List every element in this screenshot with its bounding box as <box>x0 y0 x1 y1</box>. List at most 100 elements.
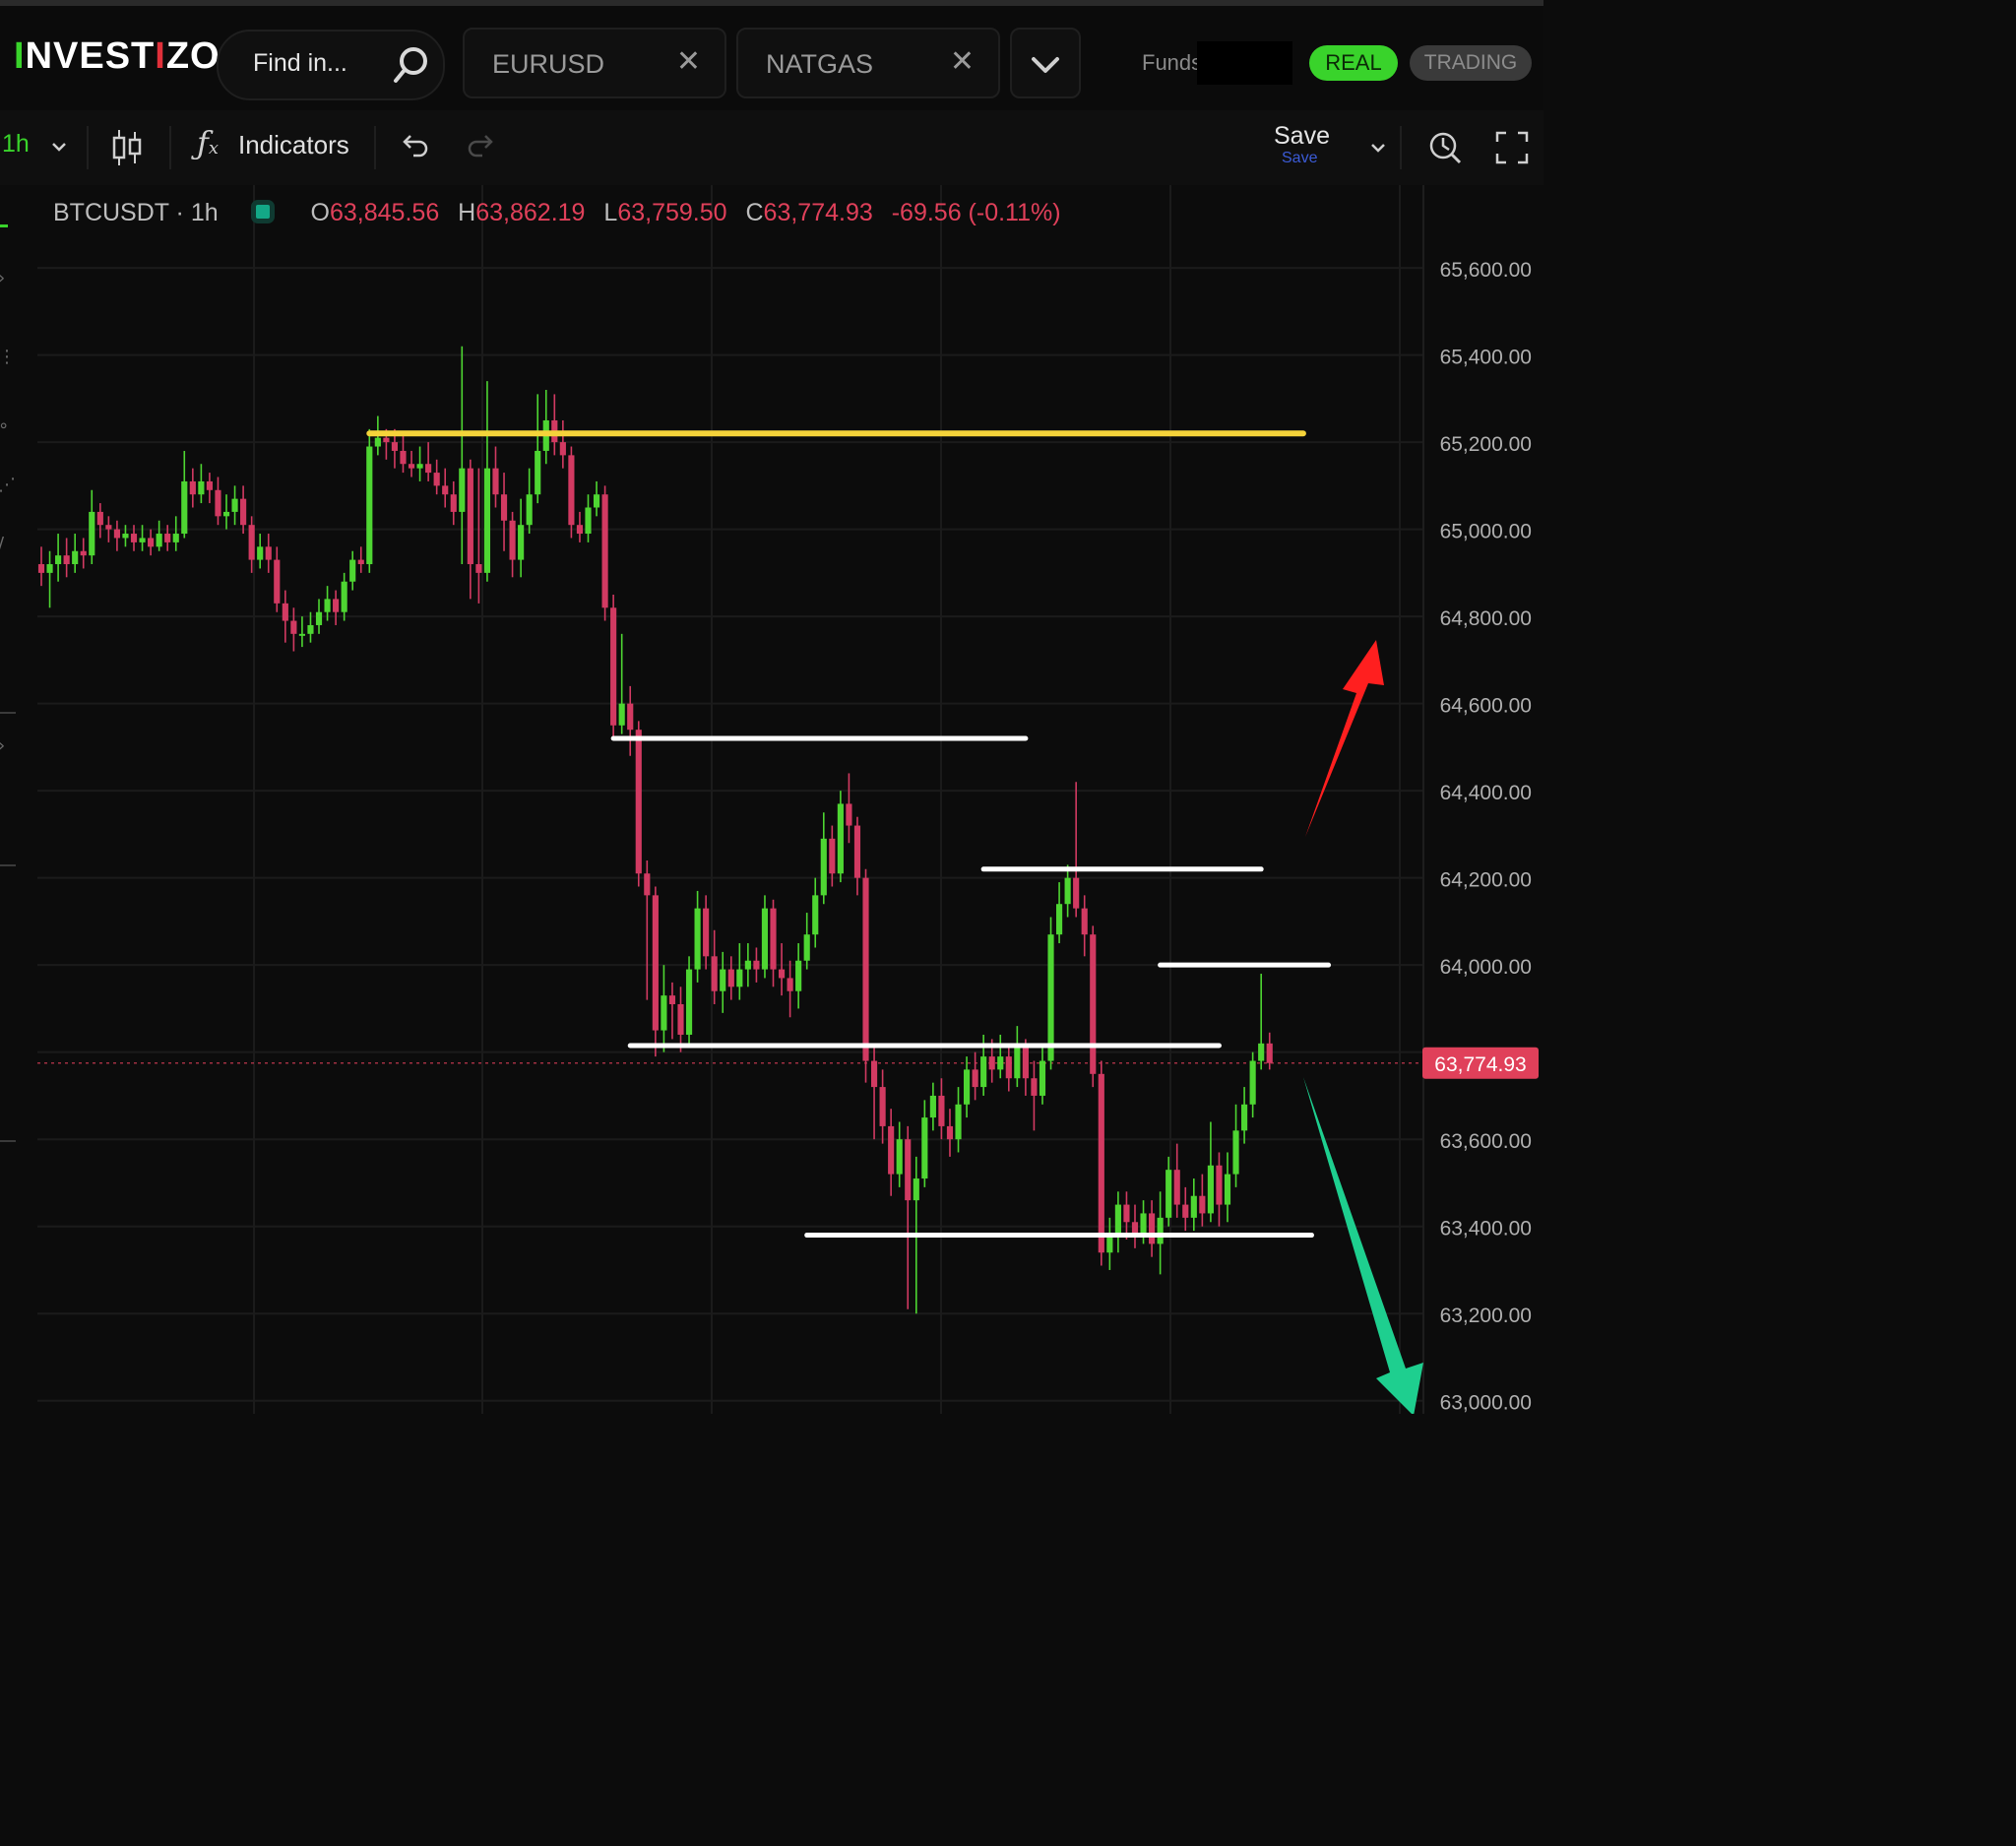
candle-body <box>148 538 155 547</box>
candle-body <box>946 1125 954 1140</box>
arrow-down-icon <box>1303 1077 1423 1414</box>
candle-body <box>720 969 726 991</box>
candle-body <box>1249 1060 1256 1105</box>
chevron-down-icon[interactable] <box>49 132 69 166</box>
candle-body <box>963 1069 971 1105</box>
candle-body <box>265 546 272 560</box>
candle-type-icon[interactable] <box>110 128 144 172</box>
candle-body <box>206 480 213 490</box>
toolbar-divider <box>1400 126 1402 169</box>
candle-body <box>1232 1130 1239 1175</box>
price-tick-label: 63,200.00 <box>1440 1305 1532 1327</box>
interval-selector[interactable]: 1h <box>2 130 30 159</box>
svg-text:/: / <box>0 534 5 554</box>
change-value: -69.56 (-0.11%) <box>891 199 1061 226</box>
candle-body <box>661 995 667 1031</box>
candle-body <box>307 624 314 634</box>
close-icon[interactable]: ✕ <box>950 47 975 77</box>
price-tick-label: 65,200.00 <box>1440 433 1532 456</box>
mode-real-toggle[interactable]: REAL <box>1309 45 1398 81</box>
candle-body <box>853 825 861 878</box>
candle-body <box>172 534 179 542</box>
candle-body <box>803 934 810 961</box>
candle-body <box>113 529 120 539</box>
candle-body <box>778 969 786 979</box>
top-bar: INVESTIZO Find in... EURUSD ✕ NATGAS ✕ F… <box>0 0 1544 110</box>
tab-natgas[interactable]: NATGAS ✕ <box>736 28 1000 98</box>
candle-body <box>1140 1213 1147 1236</box>
tabs-dropdown-button[interactable] <box>1010 28 1081 98</box>
candle-body <box>1224 1174 1231 1205</box>
candle-body <box>1114 1204 1121 1236</box>
candle-body <box>812 895 819 935</box>
price-tick-label: 63,400.00 <box>1440 1218 1532 1241</box>
candle-body <box>1190 1195 1197 1218</box>
candle-body <box>1106 1235 1113 1253</box>
candle-body <box>711 956 718 991</box>
high-key: H <box>458 199 476 226</box>
candle-body <box>130 534 138 542</box>
high-value: 63,862.19 <box>475 199 586 226</box>
candle-body <box>753 960 760 970</box>
candle-body <box>921 1117 928 1179</box>
candle-body <box>929 1095 936 1118</box>
candle-body <box>870 1060 878 1088</box>
alert-icon[interactable] <box>1427 128 1463 172</box>
tab-eurusd[interactable]: EURUSD ✕ <box>463 28 726 98</box>
price-tick-label: 64,400.00 <box>1440 782 1532 804</box>
price-chart[interactable]: 65,600.00 65,400.00 65,200.00 65,000.00 64,8… <box>0 185 1544 1414</box>
search-placeholder[interactable]: Find in... <box>253 49 347 78</box>
candle-body <box>1149 1213 1156 1244</box>
price-tick-label: 64,200.00 <box>1440 869 1532 892</box>
candle-body <box>576 525 584 535</box>
redo-icon[interactable] <box>467 132 496 166</box>
chevron-down-icon[interactable] <box>1368 136 1388 164</box>
save-sublabel: Save <box>1282 150 1318 166</box>
candle-body <box>442 485 449 495</box>
chart-toolbar: 1h ƒx Indicators Save Save <box>0 110 1544 185</box>
candle-body <box>770 908 777 970</box>
candle-body <box>89 511 95 556</box>
candle-body <box>1081 908 1088 935</box>
candle-body <box>1216 1165 1223 1205</box>
candle-body <box>290 620 297 634</box>
candle-body <box>400 450 407 465</box>
search-icon[interactable] <box>392 45 431 90</box>
candle-body <box>1055 904 1063 935</box>
candle-body <box>96 511 103 526</box>
drawing-tools-sidebar[interactable]: › ⋮ ∘ ⋰ / › <box>0 185 35 1414</box>
candle-body <box>972 1069 978 1088</box>
price-tick-label: 65,600.00 <box>1440 259 1532 282</box>
symbol-label[interactable]: BTCUSDT · 1h <box>53 199 219 226</box>
indicators-button[interactable]: Indicators <box>238 130 349 160</box>
candle-body <box>122 534 129 539</box>
candle-body <box>198 480 205 495</box>
function-icon[interactable]: ƒx <box>197 124 219 161</box>
fullscreen-icon[interactable] <box>1494 130 1530 170</box>
candle-body <box>1005 1056 1012 1079</box>
candle-body <box>787 978 793 991</box>
svg-text:⋮: ⋮ <box>0 347 16 367</box>
candle-body <box>1073 877 1080 909</box>
chart-grid <box>37 185 1424 1414</box>
save-button[interactable]: Save <box>1274 122 1330 151</box>
candle-body <box>240 498 247 526</box>
mode-trading-toggle[interactable]: TRADING <box>1410 45 1532 81</box>
candle-body <box>282 603 288 621</box>
candle-body <box>257 546 264 560</box>
candle-body <box>80 550 87 556</box>
candle-body <box>55 555 62 565</box>
market-status-icon <box>250 200 275 224</box>
close-key: C <box>745 199 764 226</box>
candle-body <box>425 464 432 474</box>
undo-icon[interactable] <box>400 132 429 166</box>
candle-body <box>357 559 364 565</box>
candle-body <box>1182 1204 1189 1218</box>
close-icon[interactable]: ✕ <box>676 47 701 77</box>
funds-value-redacted <box>1197 41 1292 85</box>
search-box[interactable]: Find in... <box>217 30 445 100</box>
svg-text:›: › <box>0 735 5 756</box>
app-logo[interactable]: INVESTIZO <box>14 35 220 78</box>
candle-body <box>248 525 255 560</box>
candle-body <box>988 1056 995 1070</box>
